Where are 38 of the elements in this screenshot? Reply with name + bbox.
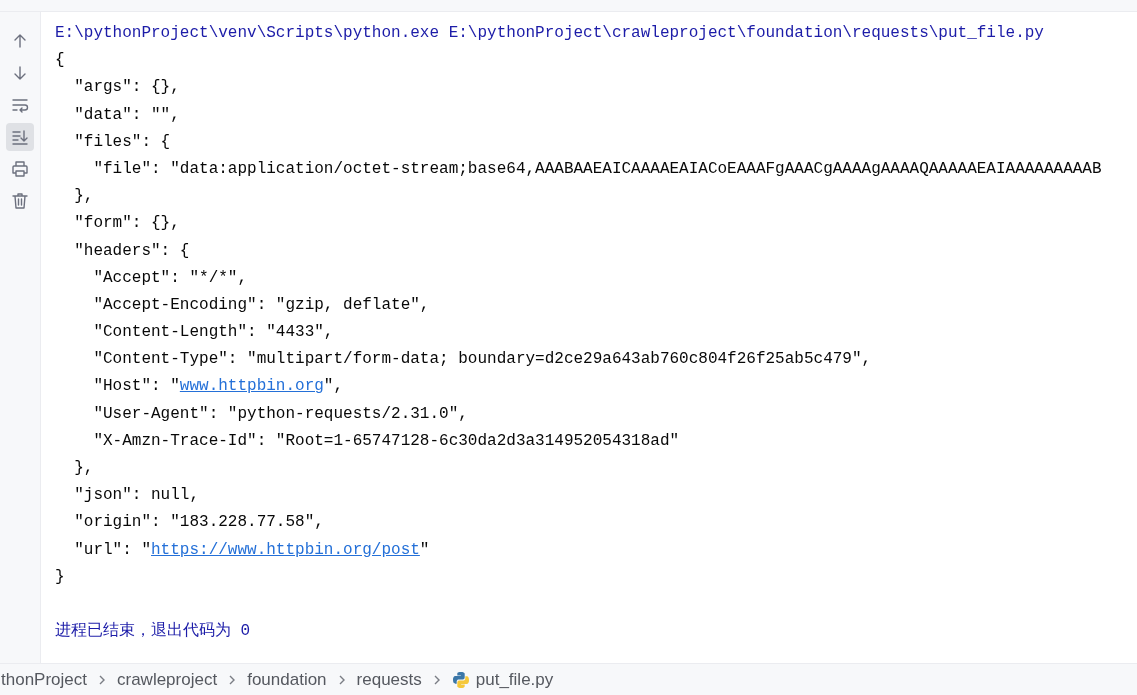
breadcrumb-item[interactable]: thonProject <box>1 669 87 690</box>
console-text: " <box>419 540 430 559</box>
command-text: 进程已结束，退出代码为 0 <box>55 622 251 641</box>
console-text: "args": {}, <box>73 78 180 97</box>
console-text: "url": " <box>73 540 151 559</box>
console-text: "Host": " <box>92 377 180 396</box>
console-text: "Accept": "*/*", <box>92 268 248 287</box>
breadcrumb-item[interactable]: crawleproject <box>117 669 218 690</box>
scroll-to-end-icon <box>11 128 29 146</box>
chevron-icon <box>97 673 107 686</box>
trash-icon <box>11 192 29 210</box>
console-text: "Accept-Encoding": "gzip, deflate", <box>92 295 430 314</box>
console-text: "file": "data:application/octet-stream;base64,AAABAAEAICAAAAEAIACoEAAAFgAAACgAAAAgAAAAQAAAAAEAIAAAAAAAAAB <box>92 159 1102 178</box>
console-text: { <box>55 51 65 70</box>
breadcrumb-item[interactable]: foundation <box>247 669 327 690</box>
breadcrumb-item[interactable]: put_file.py <box>475 669 554 690</box>
console-text: "headers": { <box>73 241 190 260</box>
link[interactable]: https://www.httpbin.org/post <box>151 540 420 559</box>
print-icon <box>11 160 29 178</box>
console-text: "form": {}, <box>73 214 180 233</box>
console-text: "data": "", <box>73 105 180 124</box>
console-text: "json": null, <box>73 486 200 505</box>
console-text: }, <box>73 459 94 477</box>
console-text: "origin": "183.228.77.58", <box>73 513 324 532</box>
console-text: } <box>55 567 65 586</box>
console-text: "files": { <box>73 132 171 151</box>
soft-wrap-icon <box>11 96 29 114</box>
breadcrumb-item[interactable]: requests <box>356 669 422 690</box>
python-icon <box>451 670 470 689</box>
console-text: "User-Agent": "python-requests/2.31.0", <box>92 404 468 423</box>
console-text: ", <box>323 377 344 396</box>
link[interactable]: www.httpbin.org <box>179 377 324 396</box>
command-text: E:\pythonProject\venv\Scripts\python.exe E:\pythonProject\crawleproject\foundation\requests\put_file.py <box>55 24 1044 42</box>
toolbar-button[interactable] <box>6 123 34 151</box>
console-text: "Content-Length": "4433", <box>92 323 334 342</box>
console-text: "X-Amzn-Trace-Id": "Root=1-65747128-6c30da2d3a314952054318ad" <box>92 431 680 450</box>
console-text: }, <box>73 187 94 206</box>
console-text: "Content-Type": "multipart/form-data; boundary=d2ce29a643ab760c804f26f25ab5c479", <box>92 350 872 369</box>
